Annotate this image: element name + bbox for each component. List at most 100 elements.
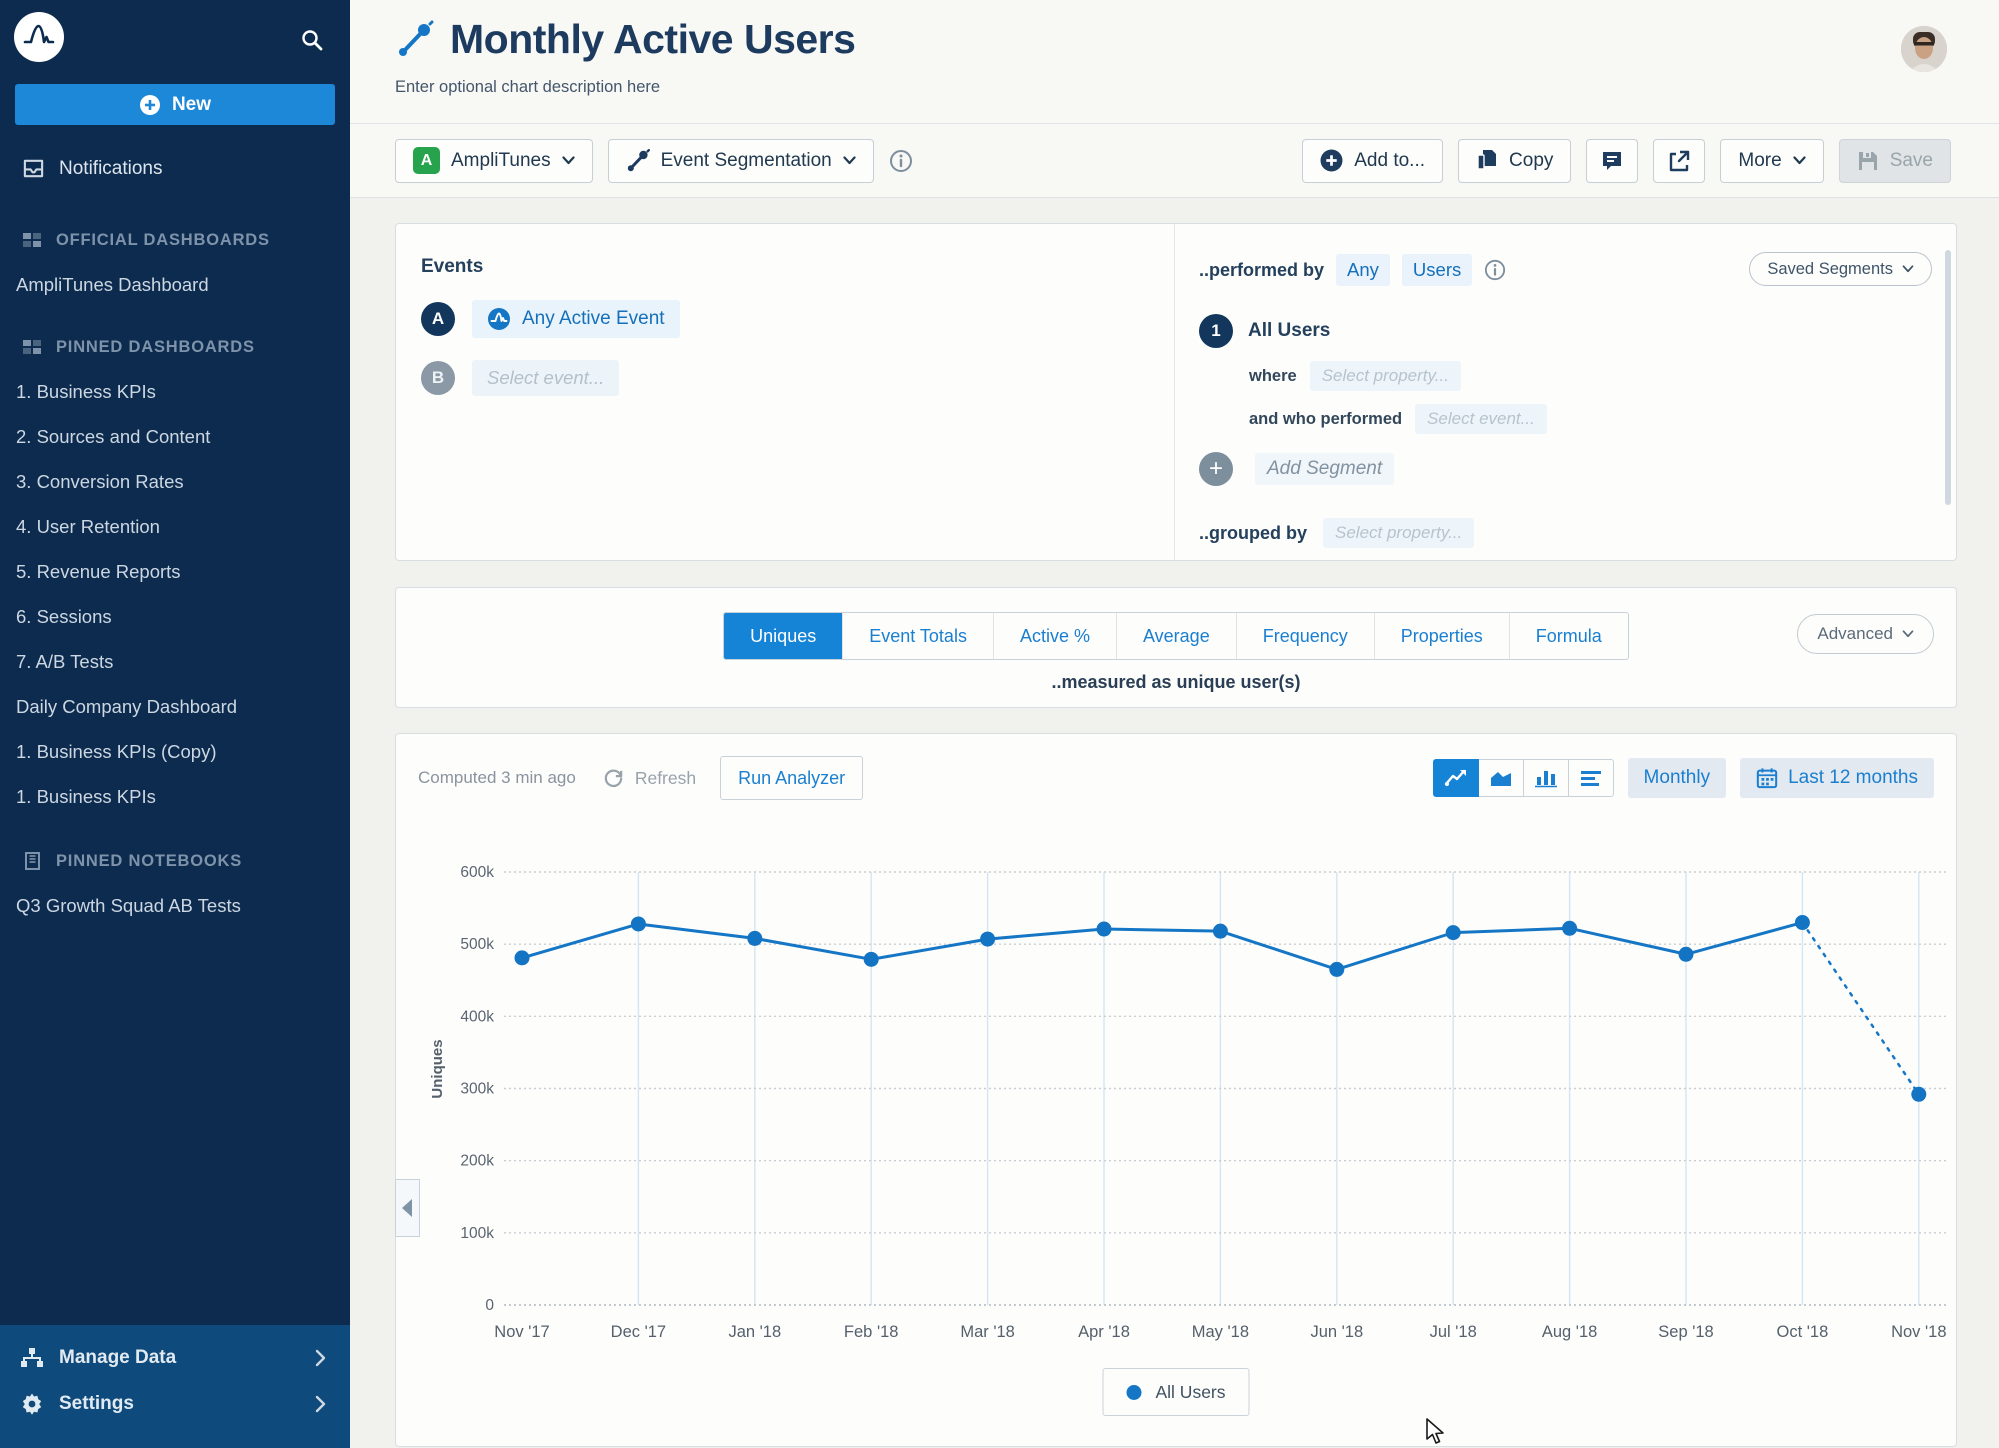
info-icon[interactable] bbox=[1484, 259, 1506, 281]
chart-type-label: Event Segmentation bbox=[661, 150, 832, 172]
svg-text:Feb '18: Feb '18 bbox=[844, 1323, 899, 1341]
segment-name[interactable]: All Users bbox=[1248, 320, 1330, 342]
add-segment-icon[interactable]: + bbox=[1199, 452, 1233, 486]
sidebar-item-dashboard[interactable]: 7. A/B Tests bbox=[0, 651, 350, 672]
sidebar-item-dashboard[interactable]: 3. Conversion Rates bbox=[0, 471, 350, 492]
sidebar-item-dashboard[interactable]: AmpliTunes Dashboard bbox=[0, 274, 350, 295]
triangle-left-icon bbox=[401, 1198, 414, 1218]
svg-text:Oct '18: Oct '18 bbox=[1777, 1323, 1829, 1341]
table-view-button[interactable] bbox=[1568, 759, 1614, 797]
sidebar-item-notifications[interactable]: Notifications bbox=[0, 157, 350, 180]
tab-active-pct[interactable]: Active % bbox=[993, 613, 1116, 659]
chart-legend[interactable]: All Users bbox=[1102, 1368, 1249, 1416]
chart-type-selector[interactable]: Event Segmentation bbox=[608, 139, 874, 183]
svg-text:200k: 200k bbox=[460, 1153, 494, 1170]
collapse-panel-handle[interactable] bbox=[395, 1179, 420, 1237]
chart-toolbar: A AmpliTunes Event Segmentation Add to..… bbox=[350, 124, 1999, 198]
project-selector[interactable]: A AmpliTunes bbox=[395, 139, 593, 183]
notes-button[interactable] bbox=[1586, 139, 1638, 183]
any-selector[interactable]: Any bbox=[1336, 254, 1390, 286]
date-range-selector[interactable]: Last 12 months bbox=[1740, 758, 1934, 798]
copy-button[interactable]: Copy bbox=[1458, 139, 1571, 183]
sidebar-item-dashboard[interactable]: 4. User Retention bbox=[0, 516, 350, 537]
where-property-selector[interactable]: Select property... bbox=[1310, 361, 1461, 391]
svg-text:Nov '18: Nov '18 bbox=[1891, 1323, 1946, 1341]
page-header: Monthly Active Users Enter optional char… bbox=[350, 0, 1999, 124]
section-title: PINNED NOTEBOOKS bbox=[56, 852, 242, 871]
sidebar-item-dashboard[interactable]: 2. Sources and Content bbox=[0, 426, 350, 447]
svg-text:400k: 400k bbox=[460, 1008, 494, 1025]
line-chart-icon bbox=[1444, 768, 1468, 788]
tab-average[interactable]: Average bbox=[1116, 613, 1236, 659]
sitemap-icon bbox=[20, 1346, 44, 1370]
chevron-down-icon bbox=[843, 156, 856, 165]
project-name: AmpliTunes bbox=[451, 150, 551, 172]
sidebar-item-settings[interactable]: Settings bbox=[0, 1381, 350, 1427]
svg-text:Mar '18: Mar '18 bbox=[960, 1323, 1015, 1341]
tab-frequency[interactable]: Frequency bbox=[1236, 613, 1374, 659]
save-label: Save bbox=[1890, 150, 1933, 172]
line-chart[interactable]: 0100k200k300k400k500k600kNov '17Dec '17J… bbox=[396, 854, 1956, 1448]
refresh-button[interactable]: Refresh bbox=[602, 767, 696, 790]
event-b-badge: B bbox=[421, 361, 455, 395]
chart-description-field[interactable]: Enter optional chart description here bbox=[395, 78, 1999, 97]
new-button[interactable]: New bbox=[15, 84, 335, 125]
search-icon[interactable] bbox=[300, 28, 324, 57]
svg-text:600k: 600k bbox=[460, 864, 494, 881]
chevron-down-icon bbox=[1793, 156, 1806, 165]
svg-text:0: 0 bbox=[485, 1297, 494, 1314]
bar-chart-view-button[interactable] bbox=[1523, 759, 1569, 797]
measure-tabs: Uniques Event Totals Active % Average Fr… bbox=[723, 612, 1629, 660]
section-title: PINNED DASHBOARDS bbox=[56, 338, 255, 357]
sidebar-item-notebook[interactable]: Q3 Growth Squad AB Tests bbox=[0, 895, 350, 916]
save-button[interactable]: Save bbox=[1839, 139, 1951, 183]
gear-icon bbox=[20, 1392, 44, 1416]
tab-formula[interactable]: Formula bbox=[1509, 613, 1628, 659]
chevron-down-icon bbox=[1902, 265, 1914, 273]
main-area: Monthly Active Users Enter optional char… bbox=[350, 0, 1999, 1448]
tab-uniques[interactable]: Uniques bbox=[724, 613, 842, 659]
event-b-selector[interactable]: Select event... bbox=[472, 360, 619, 396]
grouped-by-selector[interactable]: Select property... bbox=[1323, 518, 1474, 548]
advanced-dropdown[interactable]: Advanced bbox=[1797, 614, 1934, 654]
svg-text:300k: 300k bbox=[460, 1081, 494, 1098]
panel-scrollbar[interactable] bbox=[1945, 250, 1951, 505]
sidebar-item-dashboard[interactable]: 6. Sessions bbox=[0, 606, 350, 627]
sidebar-item-manage-data[interactable]: Manage Data bbox=[0, 1335, 350, 1381]
tab-properties[interactable]: Properties bbox=[1374, 613, 1509, 659]
event-a-selector[interactable]: Any Active Event bbox=[472, 300, 680, 338]
segment-number-badge: 1 bbox=[1199, 314, 1233, 348]
add-to-button[interactable]: Add to... bbox=[1302, 139, 1443, 183]
sidebar-item-dashboard[interactable]: 1. Business KPIs bbox=[0, 381, 350, 402]
grouped-by-label: ..grouped by bbox=[1199, 523, 1307, 544]
saved-segments-dropdown[interactable]: Saved Segments bbox=[1749, 252, 1932, 286]
content-area: Events A Any Active Event B Select event… bbox=[350, 198, 1999, 1448]
interval-selector[interactable]: Monthly bbox=[1628, 758, 1727, 798]
app-window: New Notifications OFFICIAL DASHBOARDS Am… bbox=[0, 0, 1999, 1448]
project-badge: A bbox=[413, 147, 440, 174]
computed-timestamp: Computed 3 min ago bbox=[418, 768, 576, 788]
chart-card: Computed 3 min ago Refresh Run Analyzer bbox=[395, 733, 1957, 1447]
sidebar-item-dashboard[interactable]: 1. Business KPIs (Copy) bbox=[0, 741, 350, 762]
more-button[interactable]: More bbox=[1720, 139, 1823, 183]
sidebar-item-dashboard[interactable]: 1. Business KPIs bbox=[0, 786, 350, 807]
add-segment-button[interactable]: Add Segment bbox=[1255, 453, 1394, 485]
amplitude-logo[interactable] bbox=[14, 12, 64, 62]
line-chart-view-button[interactable] bbox=[1433, 759, 1479, 797]
copy-label: Copy bbox=[1509, 150, 1553, 172]
sidebar-item-dashboard[interactable]: 5. Revenue Reports bbox=[0, 561, 350, 582]
chart-view-switcher bbox=[1433, 759, 1614, 797]
event-segmentation-icon bbox=[626, 149, 650, 173]
page-title[interactable]: Monthly Active Users bbox=[450, 16, 855, 63]
performed-event-selector[interactable]: Select event... bbox=[1415, 404, 1547, 434]
info-icon[interactable] bbox=[889, 149, 913, 173]
share-button[interactable] bbox=[1653, 139, 1705, 183]
user-avatar[interactable] bbox=[1901, 26, 1947, 72]
users-selector[interactable]: Users bbox=[1402, 254, 1472, 286]
area-chart-view-button[interactable] bbox=[1478, 759, 1524, 797]
calendar-icon bbox=[1756, 767, 1778, 789]
run-analyzer-button[interactable]: Run Analyzer bbox=[720, 756, 863, 800]
svg-text:Jan '18: Jan '18 bbox=[728, 1323, 781, 1341]
sidebar-item-dashboard[interactable]: Daily Company Dashboard bbox=[0, 696, 350, 717]
tab-event-totals[interactable]: Event Totals bbox=[842, 613, 993, 659]
